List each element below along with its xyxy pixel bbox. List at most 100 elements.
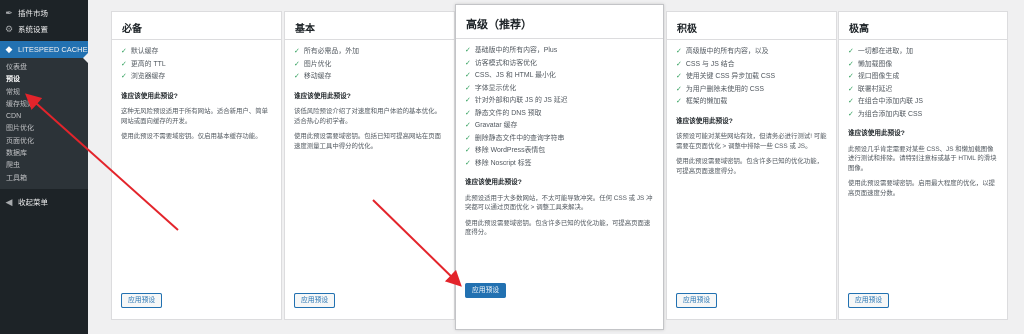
check-icon: ✓ xyxy=(465,59,471,67)
collapse-icon: ◀ xyxy=(5,197,13,208)
check-icon: ✓ xyxy=(121,48,127,56)
preset-card-extreme: 极高 ✓ 一切都在进取，加 ✓ 懒加载图像 ✓ 视口图像生成 ✓ 联署村延迟 ✓ 在组合中… xyxy=(838,11,1008,320)
feature-label: 一切都在进取，加 xyxy=(857,48,913,56)
check-icon: ✓ xyxy=(294,73,300,81)
feature-item: ✓ 浏览器缓存 xyxy=(121,71,272,84)
check-icon: ✓ xyxy=(465,159,471,167)
description-paragraph: 该低风险预设介绍了对速度和用户体验的基本优化。适合热心的初学者。 xyxy=(294,108,441,125)
sidebar-item-plugin-market[interactable]: ✒ 插件市场 xyxy=(0,5,88,21)
feature-item: ✓ 为组合添加内联 CSS xyxy=(848,109,998,122)
preset-card-advanced-recommended: 高级（推荐） ✓ 基础版中的所有内容，Plus ✓ 访客模式和访客优化 ✓ CSS、J… xyxy=(455,4,664,330)
feature-label: Gravatar 缓存 xyxy=(474,122,518,130)
apply-preset-button[interactable]: 应用预设 xyxy=(676,293,718,308)
feature-item: ✓ 默认缓存 xyxy=(121,46,272,59)
who-should-use-heading: 谁应该使用此预设? xyxy=(121,92,178,100)
feature-label: 使用关键 CSS 异步加载 CSS xyxy=(685,73,776,81)
check-icon: ✓ xyxy=(465,147,471,155)
description-paragraph: 此预设适用于大多数网站，不太可能导致冲突。任何 CSS 或 JS 冲突都可以通过… xyxy=(465,194,653,212)
check-icon: ✓ xyxy=(465,109,471,117)
feature-label: 图片优化 xyxy=(303,60,332,68)
sidebar-sub-database[interactable]: 数据库 xyxy=(0,148,88,160)
sidebar-sub-cdn[interactable]: CDN xyxy=(0,111,88,123)
sidebar-sub-cache-rules[interactable]: 缓存规则 xyxy=(0,99,88,111)
preset-body: ✓ 所有必需品，外加 ✓ 图片优化 ✓ 移动缓存 谁应该使用此预设? 该低风险预设介绍… xyxy=(285,40,454,151)
feature-label: CSS、JS 和 HTML 最小化 xyxy=(474,72,556,80)
check-icon: ✓ xyxy=(465,122,471,130)
preset-title: 积极 xyxy=(667,12,836,40)
feature-label: 删除静态文件中的查询字符串 xyxy=(474,134,565,142)
preset-body: ✓ 一切都在进取，加 ✓ 懒加载图像 ✓ 视口图像生成 ✓ 联署村延迟 ✓ 在组合中添加内… xyxy=(839,40,1007,199)
preset-body: ✓ 基础版中的所有内容，Plus ✓ 访客模式和访客优化 ✓ CSS、JS 和 HTM… xyxy=(456,39,663,238)
diamond-icon: ◆ xyxy=(5,44,13,54)
who-should-use-heading: 谁应该使用此预设? xyxy=(294,92,351,100)
sidebar-item-settings[interactable]: ⚙ 系统设置 xyxy=(0,21,88,37)
feature-item: ✓ Gravatar 缓存 xyxy=(465,120,654,133)
description-paragraph: 使用此预设不需要域密钥。仅启用基本缓存功能。 xyxy=(121,133,262,141)
feature-item: ✓ 移除 Noscript 标签 xyxy=(465,158,654,171)
preset-body: ✓ 默认缓存 ✓ 更高的 TTL ✓ 浏览器缓存 谁应该使用此预设? 这种无风险预设适… xyxy=(112,40,281,142)
feature-label: 更高的 TTL xyxy=(130,60,166,68)
feature-label: 联署村延迟 xyxy=(857,85,893,93)
feature-label: 基础版中的所有内容，Plus xyxy=(474,47,558,55)
sidebar-sub-crawler[interactable]: 爬虫 xyxy=(0,160,88,172)
who-should-use-heading: 谁应该使用此预设? xyxy=(465,179,522,186)
feature-label: 移除 WordPress表情包 xyxy=(474,147,546,155)
sidebar-item-litespeed-cache[interactable]: ◆ LITESPEED CACHE xyxy=(0,41,88,58)
check-icon: ✓ xyxy=(676,60,682,68)
check-icon: ✓ xyxy=(121,73,127,81)
check-icon: ✓ xyxy=(848,98,854,106)
sidebar-sub-dashboard[interactable]: 仪表盘 xyxy=(0,62,88,74)
sidebar-submenu: 仪表盘 预设 常规 缓存规则 CDN 图片优化 页面优化 数据库 爬虫 工具箱 xyxy=(0,58,88,189)
preset-title: 基本 xyxy=(285,12,454,40)
feature-item: ✓ 字体显示优化 xyxy=(465,83,654,96)
check-icon: ✓ xyxy=(676,48,682,56)
feature-item: ✓ CSS、JS 和 HTML 最小化 xyxy=(465,70,654,83)
check-icon: ✓ xyxy=(465,84,471,92)
apply-preset-button[interactable]: 应用预设 xyxy=(465,283,507,298)
preset-title: 高级（推荐） xyxy=(456,5,663,39)
preset-card-basic: 基本 ✓ 所有必需品，外加 ✓ 图片优化 ✓ 移动缓存 谁应该使用此预设? 该低风险预… xyxy=(284,11,455,320)
description-paragraph: 该预设可能对某些网站有效，但请务必进行测试! 可能需要在页面优化 > 调整中排除… xyxy=(676,133,827,150)
feature-item: ✓ 懒加载图像 xyxy=(848,59,998,72)
apply-preset-button[interactable]: 应用预设 xyxy=(121,293,163,308)
sidebar-sub-toolbox[interactable]: 工具箱 xyxy=(0,173,88,185)
feature-label: 为组合添加内联 CSS xyxy=(857,110,923,118)
feature-label: 字体显示优化 xyxy=(474,84,517,92)
description-paragraph: 使用此预设需要域密钥。包括已知可提高网站在页面速度测量工具中得分的优化。 xyxy=(294,133,441,150)
collapse-menu-button[interactable]: ◀ 收起菜单 xyxy=(0,195,88,211)
feature-item: ✓ 在组合中添加内联 JS xyxy=(848,96,998,109)
feature-item: ✓ 一切都在进取，加 xyxy=(848,46,998,59)
feature-item: ✓ 移动缓存 xyxy=(294,71,445,84)
sidebar-sub-presets[interactable]: 预设 xyxy=(0,74,88,86)
feature-item: ✓ 访客模式和访客优化 xyxy=(465,58,654,71)
preset-card-aggressive: 积极 ✓ 高级版中的所有内容，以及 ✓ CSS 与 JS 结合 ✓ 使用关键 CSS … xyxy=(666,11,837,320)
description-paragraph: 这种无风险预设适用于所有网站。适合新用户、简单网站或面向缓存的开发。 xyxy=(121,108,268,125)
feature-item: ✓ 针对外部和内联 JS 的 JS 延迟 xyxy=(465,95,654,108)
sidebar-sub-page-optimization[interactable]: 页面优化 xyxy=(0,136,88,148)
feature-label: 静态文件的 DNS 预取 xyxy=(474,109,542,117)
preset-title: 极高 xyxy=(839,12,1007,40)
sidebar-item-label: 收起菜单 xyxy=(18,198,48,208)
feature-item: ✓ 移除 WordPress表情包 xyxy=(465,145,654,158)
feature-label: 视口图像生成 xyxy=(857,73,900,81)
feature-label: 在组合中添加内联 JS xyxy=(857,98,923,106)
description-paragraph: 使用此预设需要域密钥。包含许多已知的优化功能，可提高页面速度得分。 xyxy=(676,158,823,175)
preset-card-essentials: 必备 ✓ 默认缓存 ✓ 更高的 TTL ✓ 浏览器缓存 谁应该使用此预设? 这种无风险… xyxy=(111,11,282,320)
check-icon: ✓ xyxy=(848,48,854,56)
feature-label: 为用户删除未使用的 CSS xyxy=(685,85,764,93)
apply-preset-button[interactable]: 应用预设 xyxy=(848,293,890,308)
feature-item: ✓ 使用关键 CSS 异步加载 CSS xyxy=(676,71,827,84)
feature-item: ✓ 为用户删除未使用的 CSS xyxy=(676,84,827,97)
sidebar-sub-general[interactable]: 常规 xyxy=(0,87,88,99)
sidebar-sub-image-optimization[interactable]: 图片优化 xyxy=(0,123,88,135)
check-icon: ✓ xyxy=(676,98,682,106)
feature-label: 框架的懒加载 xyxy=(685,98,728,106)
check-icon: ✓ xyxy=(676,85,682,93)
feature-label: 访客模式和访客优化 xyxy=(474,59,537,67)
sidebar-item-label: 插件市场 xyxy=(18,8,48,18)
apply-preset-button[interactable]: 应用预设 xyxy=(294,293,336,308)
who-should-use-heading: 谁应该使用此预设? xyxy=(676,117,733,125)
check-icon: ✓ xyxy=(676,73,682,81)
check-icon: ✓ xyxy=(121,60,127,68)
feature-label: CSS 与 JS 结合 xyxy=(685,60,735,68)
